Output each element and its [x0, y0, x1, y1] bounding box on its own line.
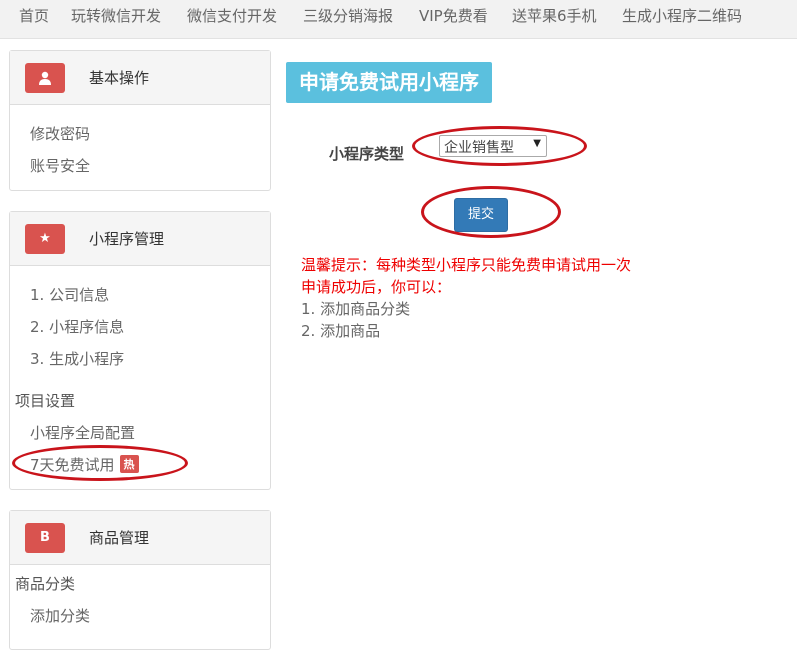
panel-basic-header: 基本操作	[10, 51, 270, 105]
link-free-trial[interactable]: 7天免费试用热	[30, 454, 139, 475]
panel-basic: 基本操作 修改密码 账号安全	[9, 50, 271, 191]
section-goods-category: 商品分类	[15, 575, 76, 593]
nav-wechat-pay[interactable]: 微信支付开发	[187, 5, 277, 26]
panel-miniprogram-header: ★ 小程序管理	[10, 212, 270, 266]
type-select[interactable]: 企业销售型 ▼	[439, 135, 547, 157]
type-select-value: 企业销售型	[444, 140, 514, 156]
submit-button[interactable]: 提交	[454, 198, 508, 232]
nav-iphone-giveaway[interactable]: 送苹果6手机	[512, 5, 597, 26]
nav-qrcode[interactable]: 生成小程序二维码	[622, 5, 742, 26]
panel-goods: B 商品管理 商品分类 添加分类	[9, 510, 271, 650]
link-change-password[interactable]: 修改密码	[30, 123, 90, 144]
panel-miniprogram: ★ 小程序管理 1. 公司信息 2. 小程序信息 3. 生成小程序 项目设置 小…	[9, 211, 271, 490]
nav-vip-free[interactable]: VIP免费看	[419, 5, 488, 26]
tip-step-1: 1. 添加商品分类	[301, 300, 411, 318]
top-nav: 首页 玩转微信开发 微信支付开发 三级分销海报 VIP免费看 送苹果6手机 生成…	[0, 0, 797, 39]
bitcoin-icon: B	[25, 523, 65, 553]
type-label: 小程序类型	[329, 145, 405, 163]
dropdown-arrow-icon: ▼	[533, 138, 541, 149]
nav-home[interactable]: 首页	[19, 5, 49, 26]
link-company-info[interactable]: 1. 公司信息	[30, 284, 109, 305]
link-miniprogram-info[interactable]: 2. 小程序信息	[30, 316, 124, 337]
link-generate-miniprogram[interactable]: 3. 生成小程序	[30, 348, 124, 369]
link-global-config[interactable]: 小程序全局配置	[30, 422, 135, 443]
tip-step-2: 2. 添加商品	[301, 322, 381, 340]
user-icon	[25, 63, 65, 93]
free-trial-label: 7天免费试用	[30, 456, 115, 474]
tip-after-success: 申请成功后，你可以：	[301, 278, 452, 296]
link-account-security[interactable]: 账号安全	[30, 155, 90, 176]
tip-warning: 温馨提示：每种类型小程序只能免费申请试用一次	[301, 256, 632, 274]
section-project-settings: 项目设置	[15, 392, 76, 410]
panel-goods-header: B 商品管理	[10, 511, 270, 565]
nav-wechat-dev[interactable]: 玩转微信开发	[71, 5, 161, 26]
page-title: 申请免费试用小程序	[286, 62, 492, 103]
hot-badge: 热	[119, 455, 139, 473]
panel-goods-title: 商品管理	[89, 529, 150, 547]
star-icon: ★	[25, 224, 65, 254]
panel-miniprogram-title: 小程序管理	[89, 230, 165, 248]
link-add-category[interactable]: 添加分类	[30, 605, 90, 626]
panel-basic-title: 基本操作	[89, 69, 150, 87]
nav-distribution-poster[interactable]: 三级分销海报	[303, 5, 393, 26]
